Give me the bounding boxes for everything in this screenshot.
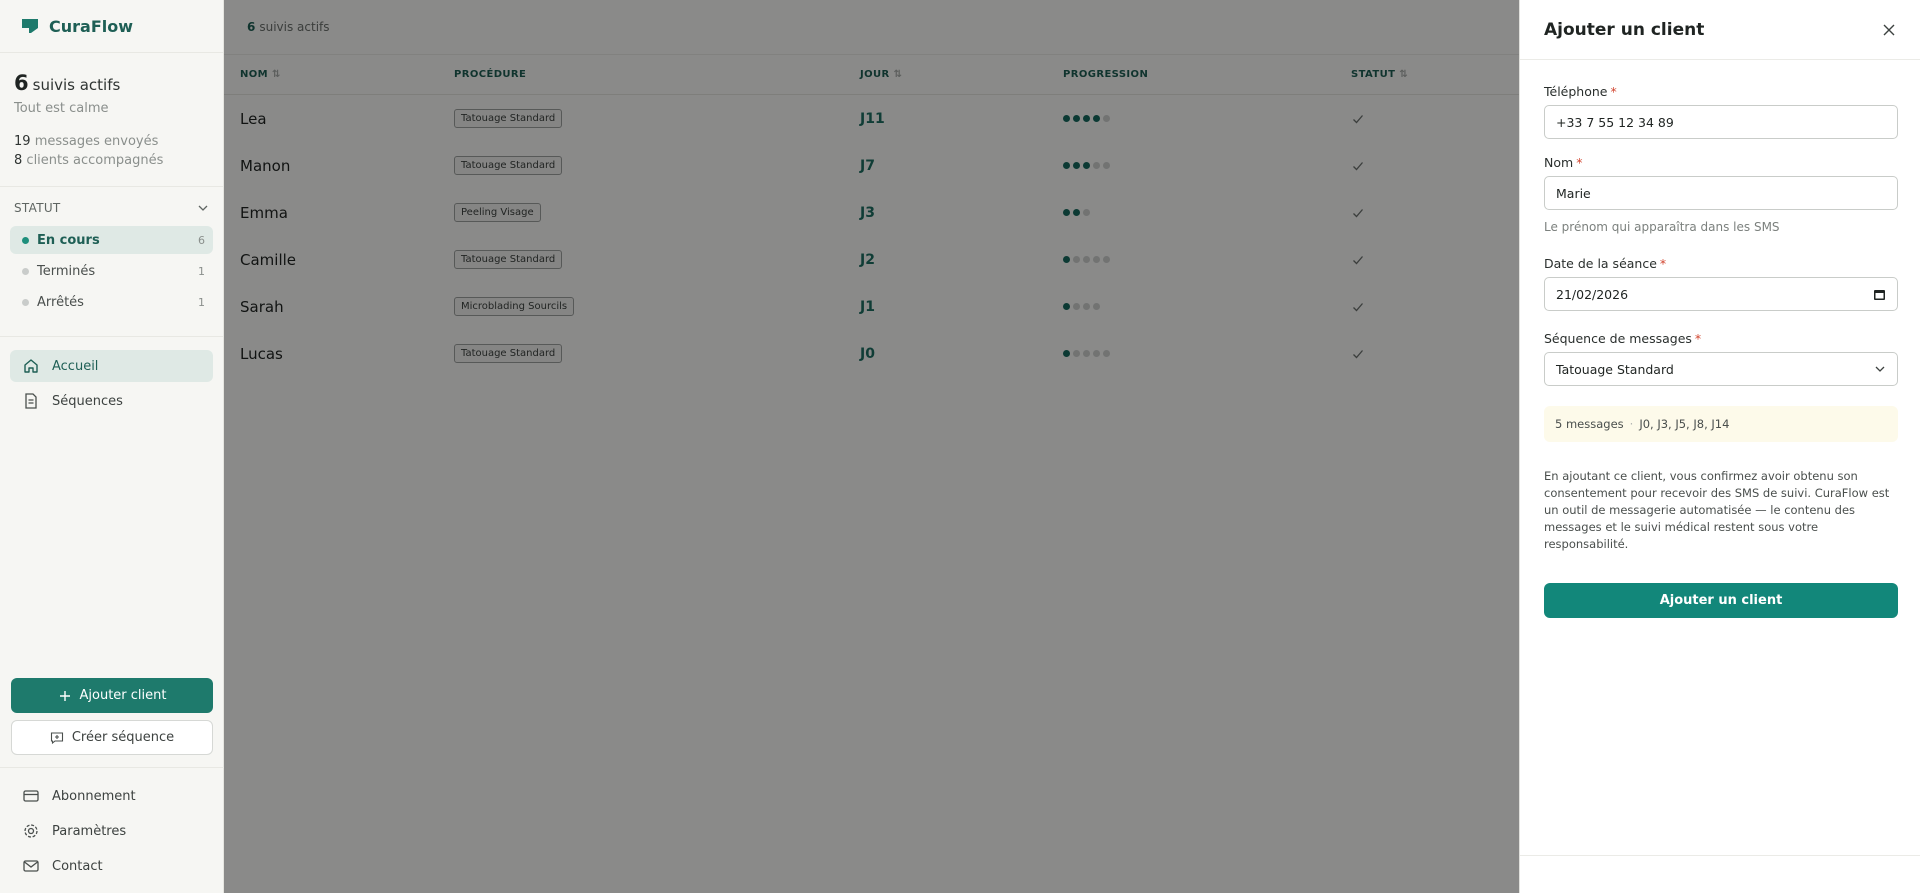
consent-text: En ajoutant ce client, vous confirmez av…	[1544, 469, 1890, 551]
sequence-message-count: 5 messages	[1555, 417, 1624, 431]
phone-label: Téléphone *	[1544, 84, 1617, 99]
status-filter-finished[interactable]: Terminés 1	[10, 257, 213, 285]
date-input[interactable]: 21/02/2026	[1544, 277, 1898, 311]
brand[interactable]: CuraFlow	[0, 0, 223, 53]
nav-contact[interactable]: Contact	[10, 850, 214, 882]
plus-icon	[59, 690, 70, 701]
nav-settings[interactable]: Paramètres	[10, 815, 214, 847]
messages-sent: 19 messages envoyés	[14, 134, 159, 149]
sequence-summary: 5 messages · J0, J3, J5, J8, J14	[1544, 406, 1898, 442]
status-filter-toggle[interactable]: STATUT	[0, 187, 223, 223]
chevron-down-icon	[1875, 366, 1885, 372]
gear-icon	[24, 824, 38, 838]
nav-sequences[interactable]: Séquences	[10, 385, 213, 417]
calm-text: Tout est calme	[14, 101, 109, 116]
name-input[interactable]: Marie	[1544, 176, 1898, 210]
status-filter-stopped[interactable]: Arrêtés 1	[10, 288, 213, 316]
main-nav: Accueil Séquences	[0, 336, 223, 417]
nav-contact-label: Contact	[52, 858, 103, 874]
status-count: 1	[198, 295, 205, 309]
status-filter-in-progress[interactable]: En cours 6	[10, 226, 213, 254]
home-icon	[24, 359, 38, 373]
create-sequence-button[interactable]: Créer séquence	[11, 720, 213, 755]
sequence-field: Séquence de messages * Tatouage Standard	[1544, 331, 1898, 386]
nav-subscription[interactable]: Abonnement	[10, 780, 214, 812]
stats-summary: 6 suivis actifs Tout est calme 19 message…	[0, 53, 223, 168]
document-icon	[25, 393, 37, 409]
status-label: En cours	[37, 232, 100, 248]
active-label: suivis actifs	[32, 76, 121, 94]
clients-count: 8 clients accompagnés	[14, 153, 164, 168]
drawer-title: Ajouter un client	[1544, 19, 1705, 40]
submit-add-client-button[interactable]: Ajouter un client	[1544, 583, 1898, 618]
credit-card-icon	[23, 790, 39, 802]
sequence-days: J0, J3, J5, J8, J14	[1639, 417, 1730, 431]
status-dot	[22, 236, 29, 244]
name-hint: Le prénom qui apparaîtra dans les SMS	[1544, 220, 1780, 234]
date-field: Date de la séance * 21/02/2026	[1544, 256, 1898, 311]
drawer-footer-divider	[1520, 855, 1920, 856]
phone-field: Téléphone * +33 7 55 12 34 89	[1544, 84, 1898, 139]
name-field: Nom * Marie Le prénom qui apparaîtra dans…	[1544, 155, 1898, 234]
add-client-sidebar-button[interactable]: Ajouter client	[11, 678, 213, 713]
nav-settings-label: Paramètres	[52, 823, 127, 839]
chevron-down-icon	[198, 205, 208, 211]
add-client-label: Ajouter client	[79, 688, 167, 703]
close-icon[interactable]	[1882, 23, 1896, 37]
nav-home[interactable]: Accueil	[10, 350, 213, 382]
status-dot	[22, 267, 29, 275]
nav-home-label: Accueil	[52, 358, 99, 374]
brand-name: CuraFlow	[49, 16, 134, 36]
status-count: 6	[198, 233, 205, 247]
add-client-drawer: Ajouter un client Téléphone * +33 7 55 12…	[1519, 0, 1920, 893]
status-count: 1	[198, 264, 205, 278]
date-label: Date de la séance *	[1544, 256, 1667, 271]
nav-sequences-label: Séquences	[52, 393, 123, 409]
drawer-header: Ajouter un client	[1520, 0, 1920, 60]
create-sequence-label: Créer séquence	[71, 730, 175, 745]
brand-logo-icon	[22, 19, 38, 33]
status-label: Terminés	[37, 263, 96, 279]
status-filter-heading: STATUT	[14, 201, 61, 215]
add-client-form: Téléphone * +33 7 55 12 34 89 Nom * Marie …	[1520, 60, 1920, 618]
message-plus-icon	[50, 731, 63, 744]
status-dot	[22, 298, 29, 306]
sequence-select[interactable]: Tatouage Standard	[1544, 352, 1898, 386]
sequence-label: Séquence de messages *	[1544, 331, 1702, 346]
sidebar: CuraFlow 6 suivis actifs Tout est calme 1…	[0, 0, 224, 893]
nav-subscription-label: Abonnement	[52, 788, 136, 804]
calendar-icon[interactable]	[1873, 288, 1886, 301]
phone-input[interactable]: +33 7 55 12 34 89	[1544, 105, 1898, 139]
status-label: Arrêtés	[37, 294, 84, 310]
name-label: Nom *	[1544, 155, 1583, 170]
modal-backdrop[interactable]	[224, 0, 1743, 893]
mail-icon	[23, 860, 39, 872]
active-count: 6	[14, 71, 29, 95]
